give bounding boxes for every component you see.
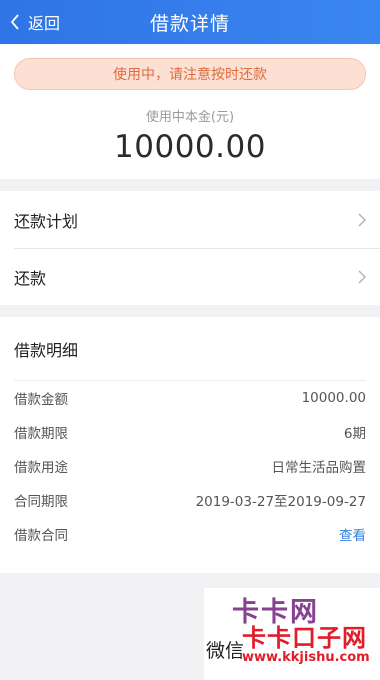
- watermark-left-text: 微信: [206, 640, 245, 662]
- view-contract-link[interactable]: 查看: [339, 524, 366, 544]
- watermark-url: www.kkjishu.com: [242, 650, 370, 665]
- detail-row-purpose: 借款用途 日常生活品购置: [14, 449, 366, 483]
- status-banner: 使用中，请注意按时还款: [14, 58, 366, 90]
- detail-row-contract: 借款合同 查看: [14, 517, 366, 551]
- detail-label: 借款期限: [14, 426, 68, 442]
- back-button[interactable]: 返回: [10, 0, 60, 44]
- chevron-right-icon: [358, 270, 366, 284]
- repayment-plan-label: 还款计划: [14, 211, 79, 231]
- detail-label: 借款用途: [14, 460, 68, 476]
- detail-row-contract-period: 合同期限 2019-03-27至2019-09-27: [14, 483, 366, 517]
- watermark: 卡卡网 微信 卡卡口子网 www.kkjishu.com: [204, 588, 380, 680]
- detail-row-term: 借款期限 6期: [14, 415, 366, 449]
- detail-label: 合同期限: [14, 494, 68, 510]
- action-menu: 还款计划 还款: [0, 191, 380, 305]
- detail-label: 借款合同: [14, 528, 68, 544]
- app-header: 返回 借款详情: [0, 0, 380, 44]
- detail-value: 6期: [343, 426, 366, 442]
- repay-label: 还款: [14, 269, 47, 288]
- detail-value: 2019-03-27至2019-09-27: [195, 494, 366, 510]
- watermark-main-text: 卡卡口子网: [242, 624, 367, 652]
- chevron-left-icon: [10, 14, 19, 30]
- principal-value: 10000.00: [114, 129, 266, 165]
- back-label: 返回: [28, 14, 61, 33]
- chevron-right-icon: [358, 213, 366, 226]
- detail-row-amount: 借款金额 10000.00: [14, 381, 366, 415]
- details-title: 借款明细: [14, 317, 366, 381]
- repay-row[interactable]: 还款: [14, 248, 380, 305]
- detail-value: 10000.00: [301, 390, 366, 406]
- loan-summary: 使用中，请注意按时还款 使用中本金(元) 10000.00: [0, 44, 380, 179]
- repayment-plan-row[interactable]: 还款计划: [14, 191, 380, 248]
- detail-value: 日常生活品购置: [271, 460, 367, 476]
- detail-label: 借款金额: [14, 392, 68, 408]
- principal-label: 使用中本金(元): [145, 110, 235, 125]
- loan-details: 借款明细 借款金额 10000.00 借款期限 6期 借款用途 日常生活品购置 …: [0, 317, 380, 573]
